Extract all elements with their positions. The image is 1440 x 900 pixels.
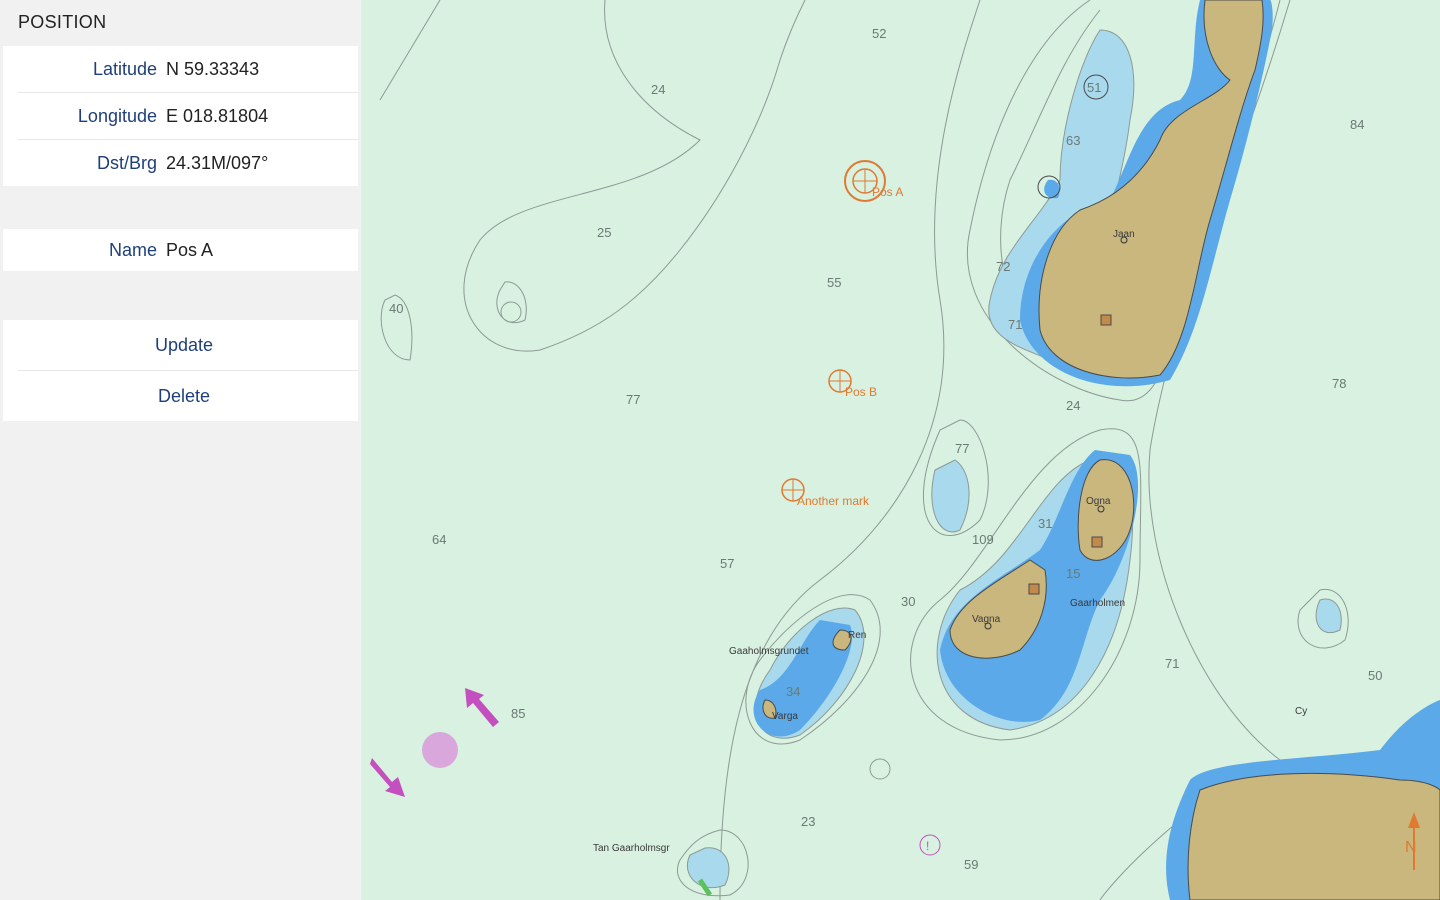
waypoint-pos-b[interactable]: Pos B <box>828 369 877 399</box>
place-label: Tan Gaarholmsgr <box>593 843 670 854</box>
depth-label: 24 <box>1066 398 1080 413</box>
depth-label: 77 <box>626 392 640 407</box>
depth-label: 23 <box>801 814 815 829</box>
pan-center-dot[interactable] <box>422 732 458 768</box>
depth-label: 64 <box>432 532 446 547</box>
waypoint-pos-a[interactable]: Pos A <box>844 160 903 202</box>
place-label: Jaan <box>1113 229 1135 240</box>
arrow-up-icon[interactable] <box>465 688 499 727</box>
depth-label: 55 <box>827 275 841 290</box>
place-label: Gaarholmen <box>1070 598 1125 609</box>
waypoint-label: Pos A <box>872 185 903 199</box>
name-card: Name Pos A <box>3 229 358 271</box>
depth-label: 25 <box>597 225 611 240</box>
place-label: Varga <box>772 711 798 722</box>
section-title: POSITION <box>18 12 107 32</box>
arrow-down-icon[interactable] <box>370 758 405 797</box>
depth-label: 71 <box>1008 317 1022 332</box>
depth-label: 84 <box>1350 117 1364 132</box>
waypoint-another-mark[interactable]: Another mark <box>781 478 870 508</box>
depth-label: 50 <box>1368 668 1382 683</box>
place-label: Gaaholmsgrundet <box>729 646 809 657</box>
depth-label: 59 <box>964 857 978 872</box>
waypoint-label: Another mark <box>797 494 870 508</box>
depth-label: 40 <box>389 301 403 316</box>
depth-label: 85 <box>511 706 525 721</box>
waypoint-label: Pos B <box>845 385 877 399</box>
longitude-label: Longitude <box>77 105 157 126</box>
depth-label: 71 <box>1165 656 1179 671</box>
place-label: Ren <box>848 630 866 641</box>
actions-card: Update Delete <box>3 320 358 421</box>
name-label: Name <box>108 239 157 260</box>
name-row[interactable]: Name Pos A <box>18 229 358 271</box>
nautical-chart[interactable]: ! 52 24 25 55 77 64 57 85 30 23 59 78 71… <box>361 0 1440 900</box>
depth-label: 30 <box>901 594 915 609</box>
dstbrg-label: Dst/Brg <box>96 152 157 173</box>
depth-label: 52 <box>872 26 886 41</box>
depth-label: 63 <box>1066 133 1080 148</box>
longitude-value: E 018.81804 <box>166 105 269 126</box>
position-card: Latitude N 59.33343 Longitude E 018.8180… <box>3 46 358 186</box>
depth-label: 78 <box>1332 376 1346 391</box>
pan-control[interactable] <box>370 688 499 797</box>
depth-label: 109 <box>972 532 994 547</box>
depth-label: 77 <box>955 441 969 456</box>
longitude-row: Longitude E 018.81804 <box>18 93 358 140</box>
latitude-label: Latitude <box>92 58 157 79</box>
depth-label: 15 <box>1066 566 1080 581</box>
depth-label: 34 <box>786 684 800 699</box>
depth-label: 51 <box>1087 80 1101 95</box>
dstbrg-value: 24.31M/097° <box>166 152 269 173</box>
depth-label: 72 <box>996 259 1010 274</box>
svg-text:!: ! <box>926 839 929 853</box>
place-label: Ogna <box>1086 496 1111 507</box>
position-panel: POSITION Latitude N 59.33343 Longitude E… <box>0 0 360 900</box>
depth-label: 31 <box>1038 516 1052 531</box>
place-label: Vagna <box>972 614 1001 625</box>
depth-label: 57 <box>720 556 734 571</box>
dstbrg-row: Dst/Brg 24.31M/097° <box>18 140 358 186</box>
place-names: Jaan Ogna Vagna Gaaholmsgrundet Ren Varg… <box>593 229 1307 854</box>
depth-label: 24 <box>651 82 665 97</box>
update-button[interactable]: Update <box>18 320 358 371</box>
place-label: Cy <box>1295 706 1307 717</box>
name-value[interactable]: Pos A <box>166 240 213 261</box>
latitude-row: Latitude N 59.33343 <box>18 46 358 93</box>
north-label: N <box>1405 839 1417 856</box>
chart-symbols: ! <box>500 74 1128 897</box>
shallow-areas <box>687 29 1342 889</box>
latitude-value: N 59.33343 <box>166 58 260 79</box>
delete-button[interactable]: Delete <box>18 371 358 421</box>
